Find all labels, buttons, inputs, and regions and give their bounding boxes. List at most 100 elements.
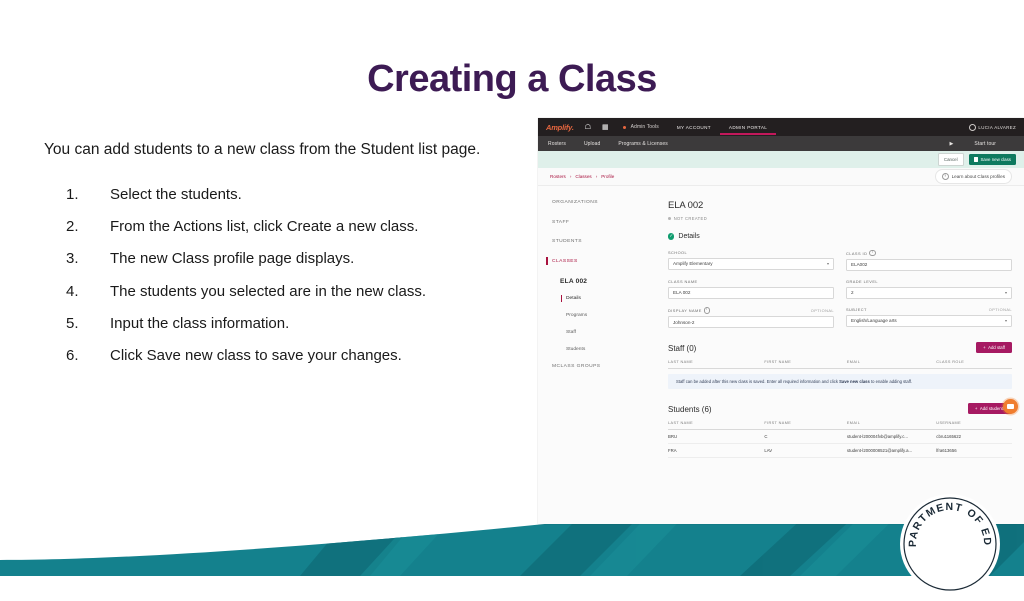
form-row: CLASS NAME ELA 002 GRADE LEVEL 2 ▾ [668,279,1012,299]
breadcrumb-item-rosters[interactable]: Rosters [550,174,566,179]
step-text: The new Class profile page displays. [110,250,355,268]
step-number: 1. [66,186,79,203]
step-number: 2. [66,218,79,236]
field-label: SUBJECT OPTIONAL [846,307,1012,312]
optional-tag: OPTIONAL [810,308,834,314]
subnav-item-upload[interactable]: Upload [584,141,600,147]
learn-about-class-profiles-link[interactable]: ? Learn about Class profiles [934,169,1012,184]
home-icon[interactable]: ☖ [585,124,591,131]
help-icon: ? [941,173,949,180]
table-row[interactable]: BRU C student-l200004fvb@amplify.c... cb… [668,430,1012,445]
sidebar-item-students[interactable]: STUDENTS [552,239,662,244]
grid-icon[interactable]: ▦ [602,124,609,131]
list-item: 1. Select the students. [66,186,536,204]
start-tour-button[interactable]: ▶ Start tour [949,141,1014,147]
breadcrumb-item-profile: Profile [601,174,615,179]
sidebar-subitem-students[interactable]: Students [566,347,662,352]
details-label: Details [678,233,700,240]
page-title: Creating a Class [367,58,657,100]
optional-tag: OPTIONAL [988,307,1012,313]
step-number: 4. [66,282,79,300]
staff-section-header: Staff (0) + Add staff [668,342,1012,354]
app-main-content: ELA 002 NOT CREATED ✓ Details SCHOOL Amp… [662,186,1024,524]
chat-bubble-icon[interactable] [1003,399,1018,414]
plus-icon: + [983,345,986,351]
class-id-input[interactable]: ELA002 [846,258,1012,271]
field-label: SCHOOL [668,250,834,255]
class-name-input[interactable]: ELA 002 [668,286,834,299]
cancel-button[interactable]: Cancel [937,153,964,166]
lead-paragraph: You can add students to a new class from… [44,141,481,158]
display-name-label: DISPLAY NAME [668,308,702,314]
breadcrumb-item-classes[interactable]: Classes [575,174,591,179]
admin-tools-link[interactable]: Admin Tools [631,124,659,130]
status-label: NOT CREATED [673,216,708,221]
field-display-name: DISPLAY NAME i OPTIONAL Johnson-2 [668,307,834,329]
staff-table-columns: LAST NAME FIRST NAME EMAIL CLASS ROLE [668,360,1012,369]
chevron-down-icon: ▾ [1004,318,1007,324]
notice-text-bold: Save new class [839,378,870,384]
subject-select[interactable]: English/Language arts ▾ [846,314,1012,327]
step-text: Click Save new class to save your change… [110,346,402,364]
field-subject: SUBJECT OPTIONAL English/Language arts ▾ [846,307,1012,328]
info-icon[interactable]: i [869,250,876,257]
breadcrumb-separator: › [595,174,598,179]
cell-last-name: FRA [668,448,677,454]
grade-level-label: GRADE LEVEL [846,279,878,285]
column-class-role: CLASS ROLE [936,360,965,365]
play-icon: ▶ [949,140,954,147]
status-badge: NOT CREATED [668,216,1012,221]
department-of-education-seal: DEPARTMENT OF EDUC [894,483,1002,596]
add-students-label: Add students [979,406,1005,412]
user-menu[interactable]: LUCIA ALVAREZ [969,123,1016,131]
info-icon[interactable]: i [703,307,711,314]
grade-level-value: 2 [851,290,854,296]
start-tour-label: Start tour [974,140,996,147]
cell-email: student-l2000008521@amplify.a... [846,448,913,454]
save-new-class-button[interactable]: Save new class [968,154,1016,165]
sidebar-subitem-staff[interactable]: Staff [566,330,662,335]
staff-notice-banner: Staff can be added after this new class … [668,373,1012,390]
chevron-down-icon: ▾ [1004,290,1007,296]
grade-level-select[interactable]: 2 ▾ [846,286,1012,299]
school-value: Amplify Elementary [673,261,713,266]
check-circle-icon: ✓ [668,233,675,240]
add-staff-button[interactable]: + Add staff [976,342,1012,354]
form-row: DISPLAY NAME i OPTIONAL Johnson-2 SUBJEC… [668,307,1012,329]
table-row[interactable]: FRA LAV student-l2000008521@amplify.a...… [668,444,1012,459]
column-first-name: FIRST NAME [764,360,792,365]
list-item: 6. Click Save new class to save your cha… [66,347,536,365]
app-sidebar: ORGANIZATIONS STAFF STUDENTS CLASSES ELA… [538,186,662,524]
tab-my-account[interactable]: MY ACCOUNT [677,125,711,130]
plus-icon: + [974,406,978,412]
subject-value: English/Language arts [851,318,897,324]
chevron-down-icon: ▾ [826,261,829,266]
notice-text-post: to enable adding staff. [869,378,913,384]
school-label: SCHOOL [668,250,688,255]
sidebar-item-staff[interactable]: STAFF [552,220,662,225]
students-table-columns: LAST NAME FIRST NAME EMAIL USERNAME [668,421,1012,430]
user-avatar-icon [969,123,977,131]
sidebar-current-class: ELA 002 [560,278,588,285]
learn-label: Learn about Class profiles [951,174,1005,179]
sidebar-subitem-details[interactable]: Details [561,294,662,302]
save-disk-icon [973,157,978,162]
display-name-input[interactable]: Johnson-2 [668,316,834,329]
sidebar-item-organizations[interactable]: ORGANIZATIONS [552,200,662,205]
sidebar-item-mclass-groups[interactable]: MCLASS GROUPS [552,364,662,369]
sidebar-item-classes[interactable]: CLASSES [546,256,662,265]
step-text: From the Actions list, click Create a ne… [110,218,419,236]
staff-heading: Staff (0) [668,344,697,354]
tab-admin-portal[interactable]: ADMIN PORTAL [719,125,777,135]
sidebar-subitem-programs[interactable]: Programs [566,313,662,318]
cell-last-name: BRU [668,433,678,439]
subnav-item-rosters[interactable]: Rosters [548,141,566,147]
column-last-name: LAST NAME [668,421,694,426]
step-number: 3. [66,250,79,268]
status-dot-icon [668,216,672,221]
list-item: 2. From the Actions list, click Create a… [66,218,536,236]
school-select[interactable]: Amplify Elementary ▾ [668,257,834,270]
step-number: 5. [66,314,79,332]
subnav-item-programs-licenses[interactable]: Programs & Licenses [618,141,667,147]
field-label: DISPLAY NAME i OPTIONAL [668,307,834,314]
